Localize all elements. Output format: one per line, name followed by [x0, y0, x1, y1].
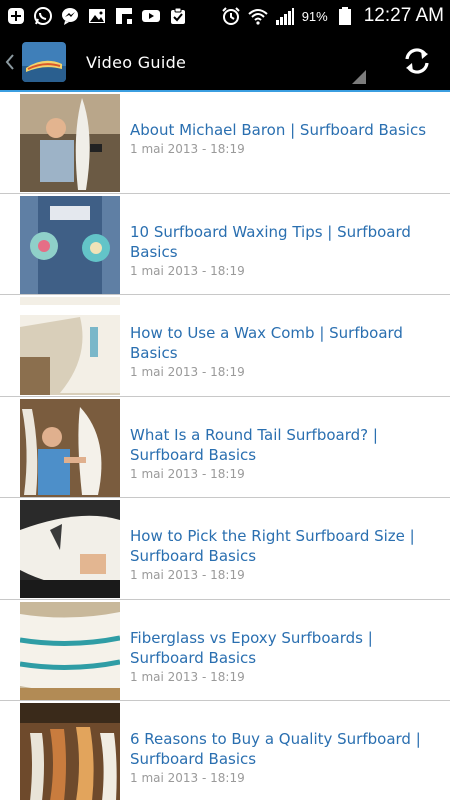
- refresh-icon: [405, 48, 429, 74]
- list-item[interactable]: What Is a Round Tail Surfboard? | Surfbo…: [0, 397, 450, 498]
- list-item[interactable]: How to Use a Wax Comb | Surfboard Basics…: [0, 295, 450, 397]
- video-info: About Michael Baron | Surfboard Basics 1…: [130, 120, 438, 156]
- list-item[interactable]: 6 Reasons to Buy a Quality Surfboard | S…: [0, 701, 450, 800]
- video-info: How to Pick the Right Surfboard Size | S…: [130, 526, 438, 582]
- video-info: Fiberglass vs Epoxy Surfboards | Surfboa…: [130, 628, 438, 684]
- video-thumbnail[interactable]: [20, 94, 120, 192]
- video-title[interactable]: What Is a Round Tail Surfboard? | Surfbo…: [130, 425, 438, 465]
- video-title[interactable]: How to Pick the Right Surfboard Size | S…: [130, 526, 438, 566]
- video-date: 1 mai 2013 - 18:19: [130, 263, 245, 278]
- whatsapp-icon: [33, 6, 53, 26]
- notification-icons: [6, 6, 188, 26]
- list-item[interactable]: How to Pick the Right Surfboard Size | S…: [0, 498, 450, 600]
- page-title: Video Guide: [86, 52, 187, 72]
- wifi-icon: [248, 6, 268, 26]
- battery-icon: [335, 6, 355, 26]
- video-thumbnail[interactable]: [20, 195, 120, 294]
- flipboard-icon: [114, 6, 134, 26]
- gallery-icon: [87, 6, 107, 26]
- action-bar: Video Guide: [0, 32, 450, 92]
- video-title[interactable]: About Michael Baron | Surfboard Basics: [130, 120, 438, 140]
- app-logo-icon[interactable]: [22, 42, 66, 82]
- video-title[interactable]: 10 Surfboard Waxing Tips | Surfboard Bas…: [130, 222, 438, 262]
- plus-icon: [6, 6, 26, 26]
- video-thumbnail[interactable]: [20, 703, 120, 800]
- alarm-icon: [221, 6, 241, 26]
- video-title[interactable]: 6 Reasons to Buy a Quality Surfboard | S…: [130, 729, 438, 769]
- status-bar: 91% 12:27 AM: [0, 0, 450, 32]
- video-info: What Is a Round Tail Surfboard? | Surfbo…: [130, 425, 438, 481]
- video-list[interactable]: About Michael Baron | Surfboard Basics 1…: [0, 92, 450, 800]
- video-date: 1 mai 2013 - 18:19: [130, 142, 245, 156]
- video-thumbnail[interactable]: [20, 398, 120, 497]
- signal-icon: [275, 6, 295, 26]
- video-date: 1 mai 2013 - 18:19: [130, 771, 245, 785]
- video-date: 1 mai 2013 - 18:19: [130, 568, 245, 582]
- youtube-icon: [141, 6, 161, 26]
- back-chevron-icon[interactable]: [0, 32, 20, 92]
- refresh-button[interactable]: [400, 44, 434, 78]
- video-date: 1 mai 2013 - 18:19: [130, 669, 245, 684]
- dropdown-corner-icon: [352, 70, 366, 84]
- video-info: How to Use a Wax Comb | Surfboard Basics…: [130, 323, 438, 379]
- messenger-icon: [60, 6, 80, 26]
- clipboard-icon: [168, 6, 188, 26]
- video-thumbnail[interactable]: [20, 601, 120, 700]
- video-date: 1 mai 2013 - 18:19: [130, 466, 245, 481]
- list-item[interactable]: Fiberglass vs Epoxy Surfboards | Surfboa…: [0, 600, 450, 701]
- video-title[interactable]: How to Use a Wax Comb | Surfboard Basics: [130, 323, 438, 363]
- list-item[interactable]: About Michael Baron | Surfboard Basics 1…: [0, 92, 450, 194]
- video-date: 1 mai 2013 - 18:19: [130, 365, 245, 379]
- clock: 12:27 AM: [363, 5, 444, 26]
- video-info: 6 Reasons to Buy a Quality Surfboard | S…: [130, 729, 438, 785]
- battery-percent: 91%: [301, 8, 328, 24]
- system-icons: 91% 12:27 AM: [221, 5, 444, 27]
- video-thumbnail[interactable]: [20, 500, 120, 598]
- video-title[interactable]: Fiberglass vs Epoxy Surfboards | Surfboa…: [130, 628, 438, 668]
- video-thumbnail[interactable]: [20, 297, 120, 395]
- list-item[interactable]: 10 Surfboard Waxing Tips | Surfboard Bas…: [0, 194, 450, 295]
- video-info: 10 Surfboard Waxing Tips | Surfboard Bas…: [130, 222, 438, 278]
